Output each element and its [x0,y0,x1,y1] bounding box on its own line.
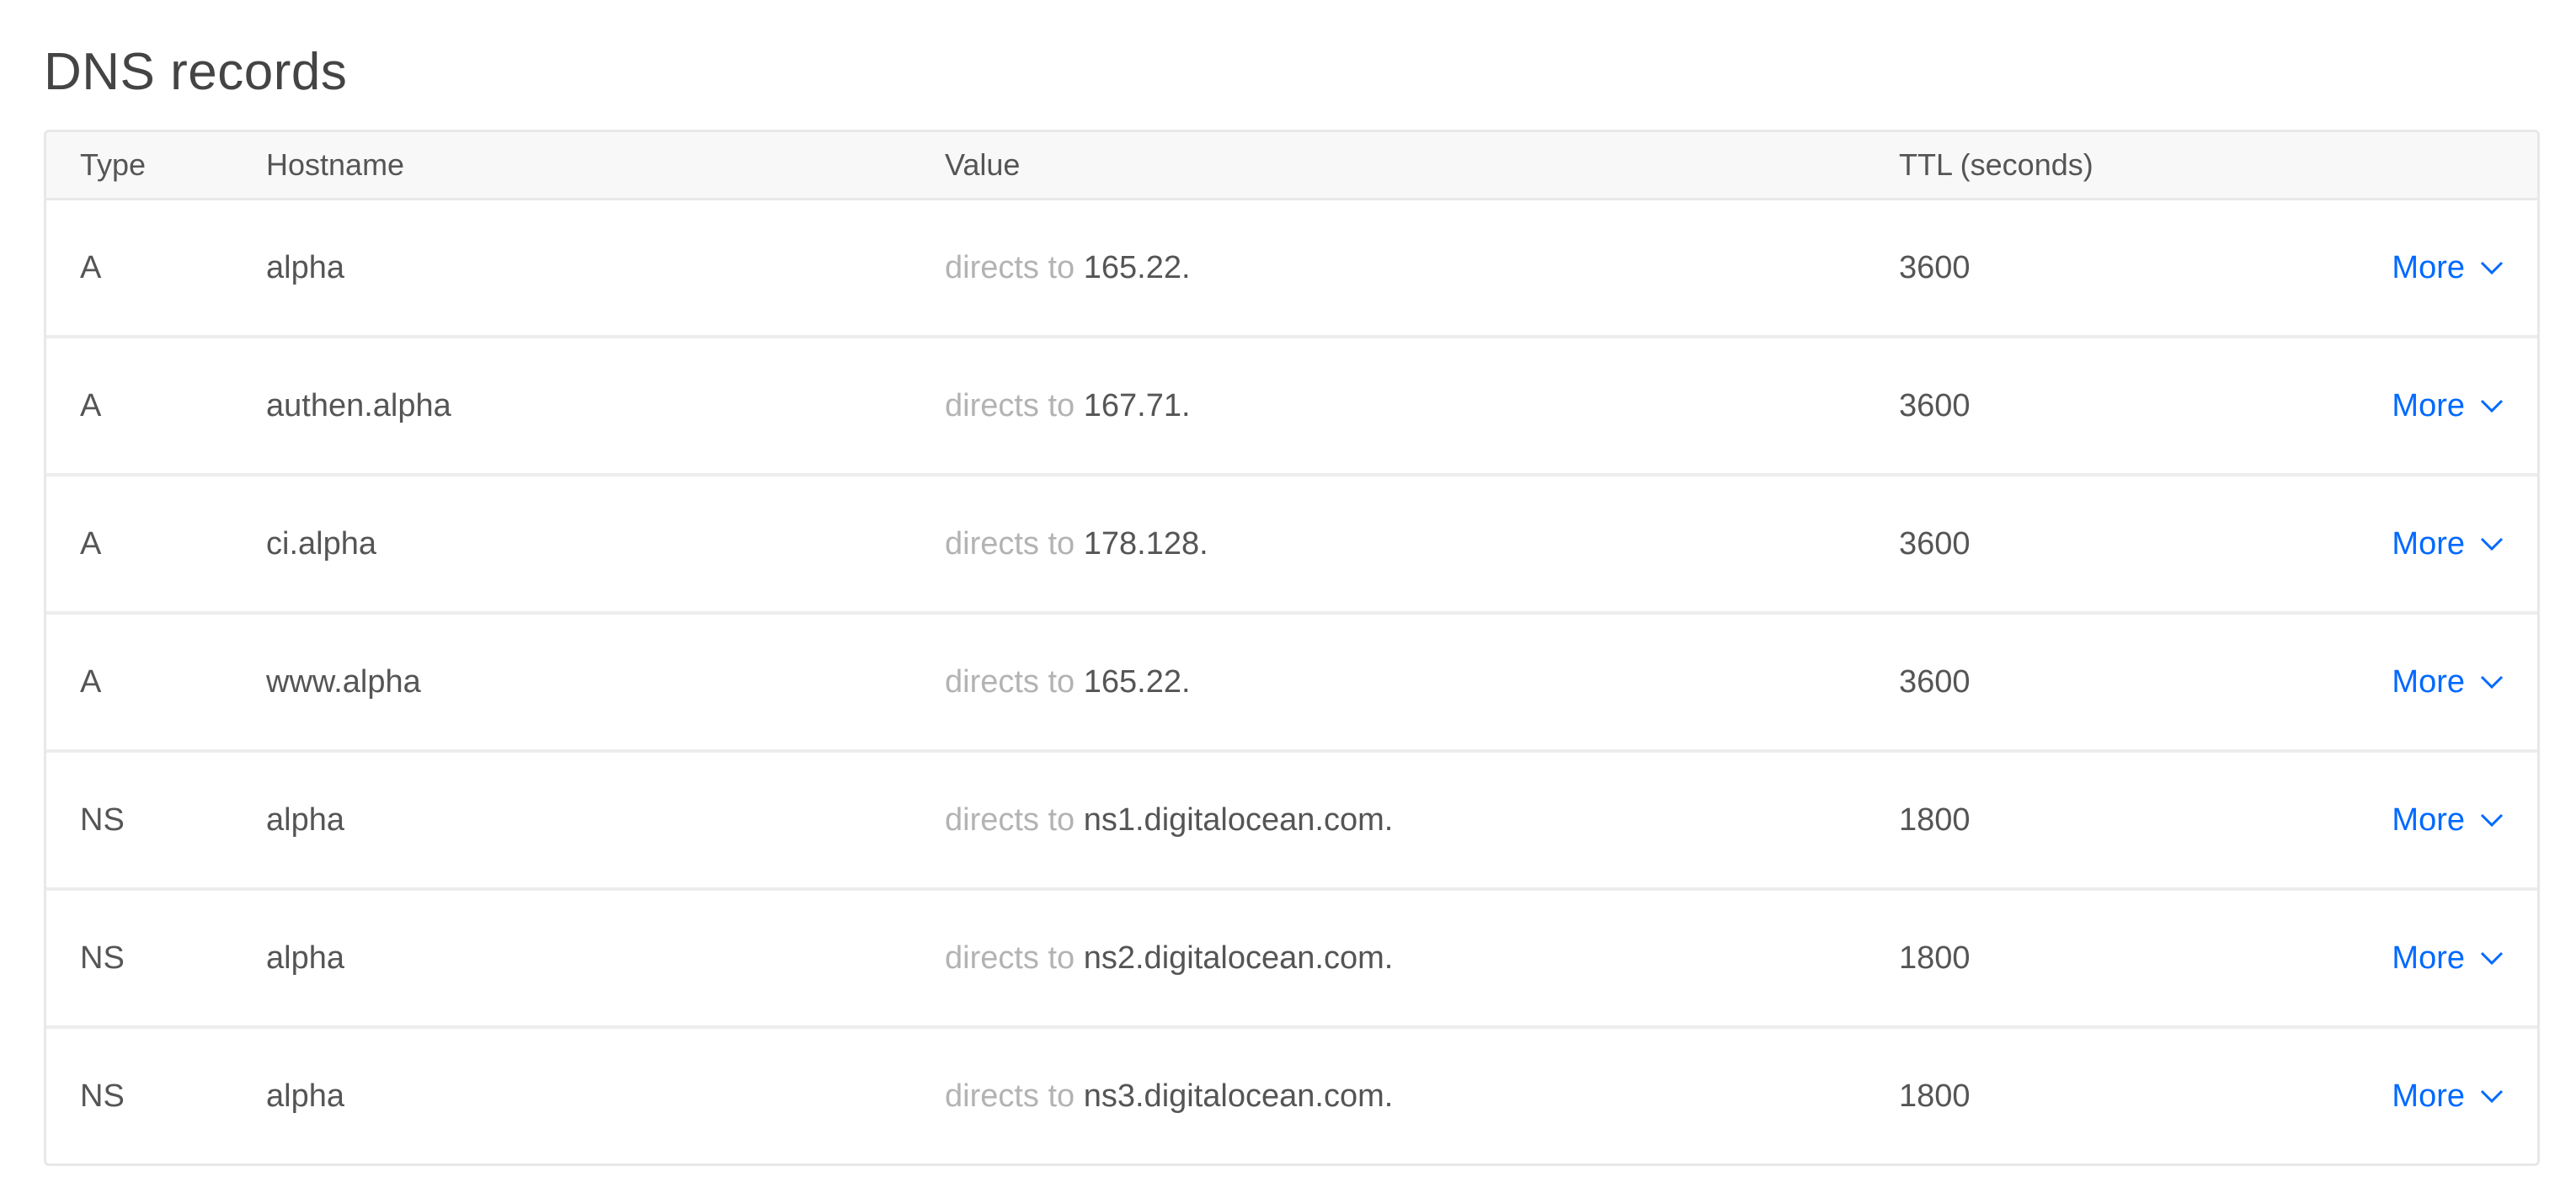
record-value: directs to 178.128. [945,526,1899,562]
record-value: directs to ns2.digitalocean.com. [945,940,1899,977]
record-type: A [80,387,102,423]
more-button[interactable]: More [2392,388,2504,424]
record-hostname: alpha [266,801,344,838]
more-button[interactable]: More [2392,1078,2504,1115]
more-button[interactable]: More [2392,250,2504,286]
record-type: NS [80,940,125,976]
record-hostname: ci.alpha [266,525,376,562]
record-value: directs to ns3.digitalocean.com. [945,1078,1899,1115]
value-prefix: directs to [945,249,1075,285]
table-row: NS alpha directs to ns2.digitalocean.com… [46,891,2537,1029]
dns-records-table: Type Hostname Value TTL (seconds) A alph… [44,130,2540,1166]
record-ttl: 3600 [1899,387,1971,423]
record-value: directs to 165.22. [945,250,1899,286]
record-ttl: 3600 [1899,525,1971,562]
table-header: Type Hostname Value TTL (seconds) [46,132,2537,200]
value-target: ns3.digitalocean.com. [1083,1078,1394,1114]
record-hostname: authen.alpha [266,387,451,423]
value-prefix: directs to [945,801,1075,838]
value-target: 165.22. [1083,249,1191,285]
record-type: NS [80,801,125,838]
more-button-label: More [2392,249,2465,285]
record-hostname: alpha [266,249,344,285]
column-header-ttl: TTL (seconds) [1899,147,2093,182]
column-header-type: Type [80,147,147,182]
more-button-label: More [2392,525,2465,562]
value-target: 165.22. [1083,663,1191,700]
value-target: ns1.digitalocean.com. [1083,801,1394,838]
value-prefix: directs to [945,387,1075,423]
more-button-label: More [2392,801,2465,838]
record-value: directs to 167.71. [945,388,1899,424]
record-hostname: alpha [266,1078,344,1114]
chevron-down-icon [2480,674,2504,690]
more-button-label: More [2392,663,2465,700]
record-type: A [80,663,102,700]
value-target: 167.71. [1083,387,1191,423]
record-ttl: 1800 [1899,1078,1971,1114]
record-ttl: 3600 [1899,663,1971,700]
column-header-value: Value [945,147,1021,182]
chevron-down-icon [2480,1089,2504,1104]
more-button-label: More [2392,1078,2465,1114]
value-prefix: directs to [945,525,1075,562]
value-target: 178.128. [1083,525,1208,562]
record-hostname: alpha [266,940,344,976]
chevron-down-icon [2480,812,2504,828]
value-prefix: directs to [945,940,1075,976]
table-row: NS alpha directs to ns3.digitalocean.com… [46,1029,2537,1163]
chevron-down-icon [2480,260,2504,275]
table-row: A www.alpha directs to 165.22. 3600 More [46,615,2537,753]
more-button[interactable]: More [2392,802,2504,839]
record-ttl: 1800 [1899,801,1971,838]
chevron-down-icon [2480,950,2504,966]
record-type: A [80,525,102,562]
more-button[interactable]: More [2392,526,2504,562]
value-prefix: directs to [945,663,1075,700]
more-button-label: More [2392,940,2465,976]
table-row: NS alpha directs to ns1.digitalocean.com… [46,753,2537,891]
more-button[interactable]: More [2392,664,2504,700]
value-prefix: directs to [945,1078,1075,1114]
table-row: A authen.alpha directs to 167.71. 3600 M… [46,338,2537,477]
record-type: NS [80,1078,125,1114]
page-title: DNS records [44,43,348,101]
more-button[interactable]: More [2392,940,2504,977]
record-hostname: www.alpha [266,663,421,700]
record-value: directs to 165.22. [945,664,1899,700]
record-type: A [80,249,102,285]
record-ttl: 3600 [1899,249,1971,285]
table-row: A ci.alpha directs to 178.128. 3600 More [46,477,2537,615]
chevron-down-icon [2480,536,2504,551]
more-button-label: More [2392,387,2465,423]
record-value: directs to ns1.digitalocean.com. [945,802,1899,839]
table-row: A alpha directs to 165.22. 3600 More [46,200,2537,338]
chevron-down-icon [2480,398,2504,413]
value-target: ns2.digitalocean.com. [1083,940,1394,976]
column-header-hostname: Hostname [266,147,405,182]
record-ttl: 1800 [1899,940,1971,976]
